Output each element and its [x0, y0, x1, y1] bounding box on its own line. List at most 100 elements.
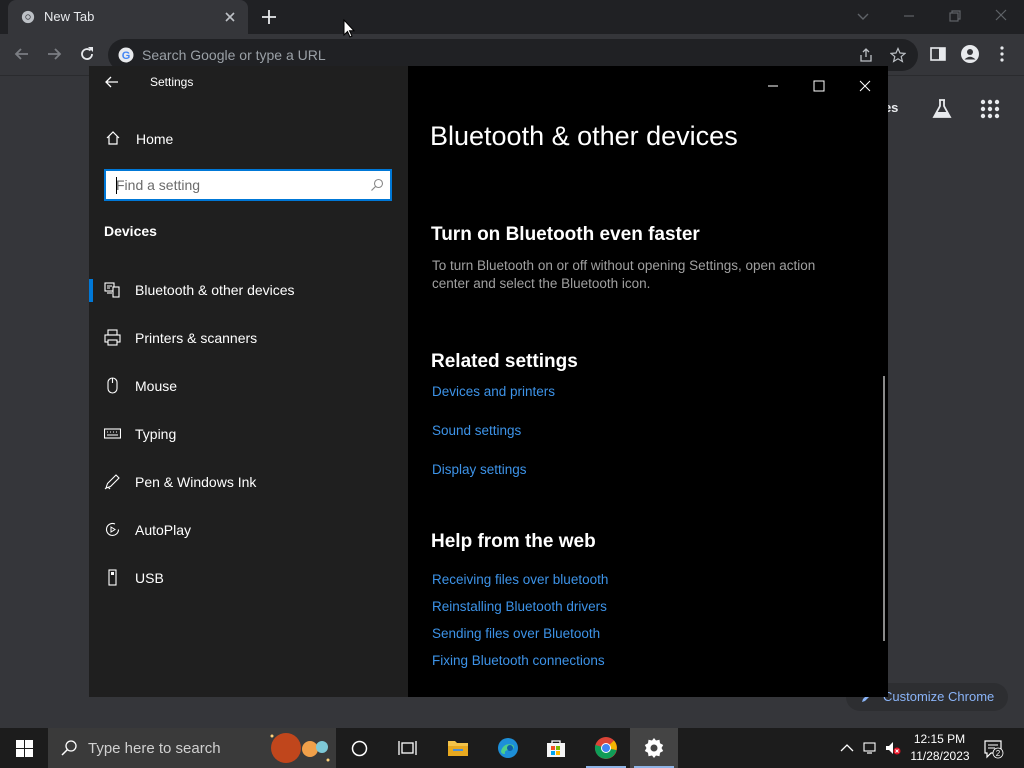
chrome-close-icon[interactable] [990, 6, 1012, 26]
taskbar-settings[interactable] [630, 728, 678, 768]
task-view-button[interactable] [384, 728, 432, 768]
chrome-tab-title: New Tab [44, 9, 95, 24]
chrome-menu-kebab-icon[interactable] [992, 44, 1012, 64]
home-icon [106, 131, 120, 145]
link-reinstalling-drivers[interactable]: Reinstalling Bluetooth drivers [432, 599, 607, 614]
mouse-icon [107, 377, 118, 394]
devices-section-label: Devices [104, 223, 157, 239]
nav-item-usb[interactable]: USB [89, 557, 408, 597]
link-sending-files[interactable]: Sending files over Bluetooth [432, 626, 600, 641]
taskbar-chrome[interactable] [582, 728, 630, 768]
keyboard-icon [104, 428, 121, 439]
autoplay-icon [105, 522, 120, 536]
search-highlight-art-icon [270, 733, 330, 763]
mouse-pointer-icon [343, 19, 355, 38]
taskbar-store[interactable] [532, 728, 580, 768]
find-setting-input[interactable] [116, 176, 356, 194]
nav-item-autoplay[interactable]: AutoPlay [89, 509, 408, 549]
network-icon[interactable] [863, 740, 879, 756]
forward-arrow-icon[interactable] [44, 44, 64, 64]
start-button[interactable] [0, 728, 48, 768]
link-sound-settings[interactable]: Sound settings [432, 423, 521, 438]
file-explorer-folder-icon [448, 741, 468, 756]
task-view-icon [398, 741, 417, 755]
profile-avatar-icon[interactable] [960, 44, 980, 64]
nav-item-printers[interactable]: Printers & scanners [89, 317, 408, 357]
chrome-minimize-icon[interactable] [898, 6, 920, 26]
related-settings-heading: Related settings [431, 351, 578, 372]
tab-close-icon[interactable] [222, 9, 238, 25]
taskbar-file-explorer[interactable] [434, 728, 482, 768]
google-apps-grid-icon[interactable] [978, 97, 1002, 121]
nav-item-label: Bluetooth & other devices [135, 282, 295, 298]
new-tab-plus-icon[interactable] [260, 8, 278, 26]
pen-icon [104, 474, 120, 490]
chrome-tab-new-tab[interactable]: New Tab [8, 0, 248, 34]
search-icon [61, 740, 77, 756]
page-title: Bluetooth & other devices [430, 121, 738, 151]
windows-logo-icon [16, 740, 33, 757]
clock-time[interactable]: 12:15 PM [912, 732, 967, 746]
vertical-scrollbar[interactable] [883, 376, 885, 641]
settings-gear-icon [644, 738, 664, 758]
link-receiving-files[interactable]: Receiving files over bluetooth [432, 572, 608, 587]
usb-icon [108, 569, 117, 586]
nav-item-bluetooth[interactable]: Bluetooth & other devices [89, 269, 408, 309]
home-nav-item[interactable]: Home [103, 128, 393, 150]
nav-item-typing[interactable]: Typing [89, 413, 408, 453]
microsoft-store-icon [547, 740, 565, 757]
close-icon[interactable] [850, 72, 880, 100]
nav-item-label: Pen & Windows Ink [135, 474, 257, 490]
labs-flask-icon[interactable] [930, 97, 954, 121]
chrome-logo-icon [21, 10, 35, 24]
reload-icon[interactable] [77, 44, 97, 64]
side-panel-icon[interactable] [928, 44, 948, 64]
find-setting-box[interactable] [104, 169, 392, 201]
nav-item-pen[interactable]: Pen & Windows Ink [89, 461, 408, 501]
nav-item-label: Printers & scanners [135, 330, 258, 346]
printer-icon [104, 329, 121, 346]
nav-item-label: USB [135, 570, 164, 586]
back-arrow-icon[interactable] [12, 44, 32, 64]
help-from-web-heading: Help from the web [431, 531, 596, 552]
chrome-browser-icon [594, 737, 617, 759]
minimize-icon[interactable] [758, 72, 788, 100]
link-fixing-connections[interactable]: Fixing Bluetooth connections [432, 653, 605, 668]
tab-search-chevron-icon[interactable] [852, 6, 874, 26]
chrome-restore-icon[interactable] [944, 6, 966, 26]
cortana-button[interactable] [336, 728, 384, 768]
search-icon[interactable] [370, 178, 384, 192]
taskbar-search-box[interactable]: Type here to search [48, 728, 336, 768]
taskbar-edge[interactable] [484, 728, 532, 768]
clock-date[interactable]: 11/28/2023 [908, 749, 972, 763]
settings-sidebar: Settings Home Devices Bluetoo [89, 66, 408, 697]
taskbar-search-placeholder: Type here to search [88, 740, 221, 757]
taskbar: Type here to search 12:15 PM 11/28/2023 … [0, 728, 1024, 768]
settings-window-title: Settings [150, 75, 194, 89]
notification-count-badge: 2 [996, 749, 1001, 758]
bookmark-star-icon[interactable] [890, 47, 906, 63]
link-display-settings[interactable]: Display settings [432, 462, 527, 477]
selected-indicator [89, 279, 93, 302]
show-hidden-icons-chevron-icon[interactable] [839, 740, 855, 756]
home-label: Home [136, 131, 174, 147]
bluetooth-devices-icon [104, 282, 120, 298]
nav-item-label: Mouse [135, 378, 178, 394]
back-arrow-icon[interactable] [104, 74, 120, 90]
nav-item-mouse[interactable]: Mouse [89, 365, 408, 405]
faster-heading: Turn on Bluetooth even faster [431, 224, 700, 245]
volume-muted-icon[interactable] [885, 740, 901, 756]
google-g-icon: G [118, 47, 134, 63]
cortana-circle-icon [351, 740, 368, 757]
link-devices-and-printers[interactable]: Devices and printers [432, 384, 555, 399]
omnibox-placeholder: Search Google or type a URL [142, 47, 326, 63]
nav-item-label: AutoPlay [135, 522, 192, 538]
notification-center-icon[interactable]: 2 [983, 739, 1005, 759]
share-icon[interactable] [858, 47, 874, 63]
chrome-tabstrip: New Tab [0, 0, 1024, 34]
maximize-icon[interactable] [804, 72, 834, 100]
svg-text:G: G [122, 50, 131, 62]
text-caret [116, 177, 117, 194]
nav-item-label: Typing [135, 426, 177, 442]
settings-main-pane: Bluetooth & other devices Turn on Blueto… [408, 66, 888, 697]
